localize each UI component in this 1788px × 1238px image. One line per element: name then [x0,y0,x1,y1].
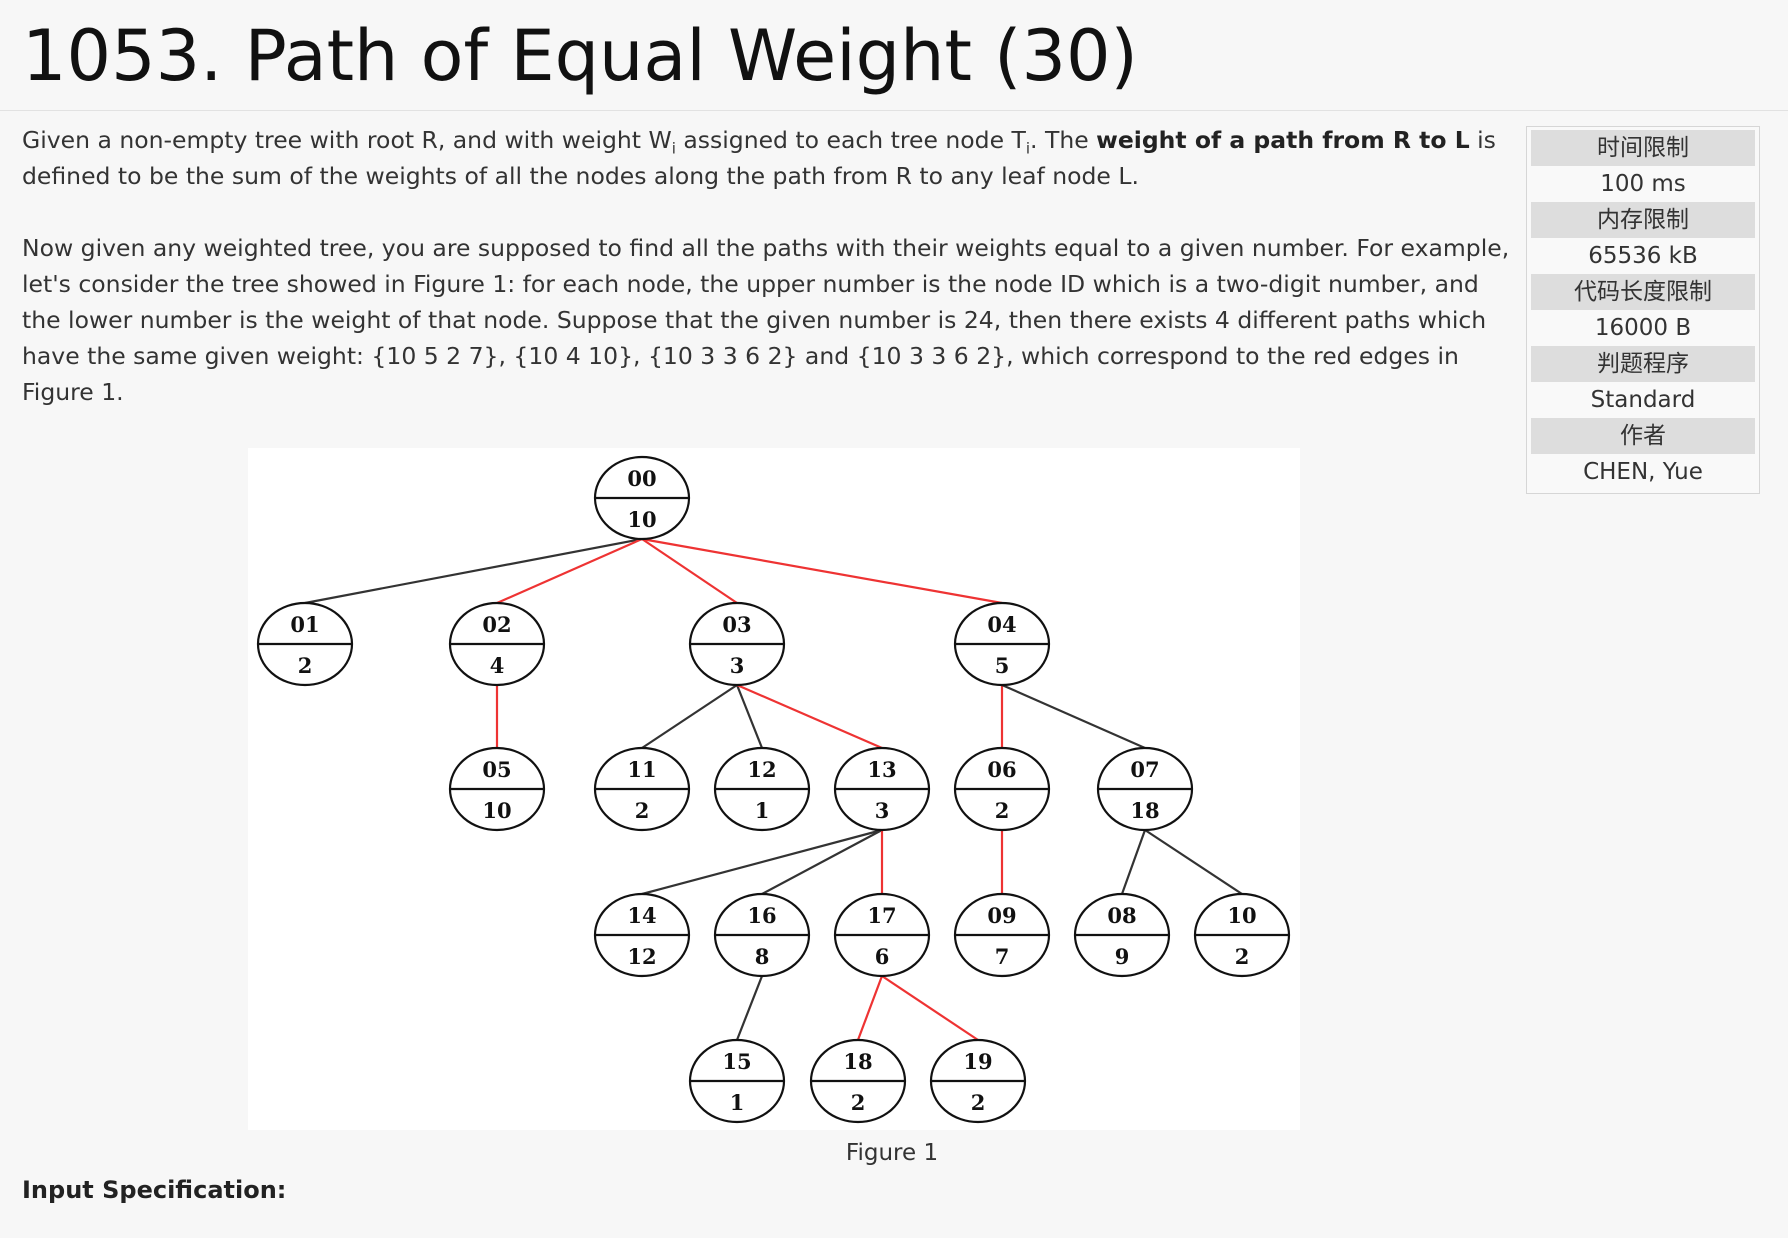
node-weight-label: 2 [971,1090,986,1115]
problem-title: 1053. Path of Equal Weight (30) [22,15,1138,97]
node-id-label: 01 [290,612,319,637]
node-id-label: 00 [627,466,656,491]
tree-node-07: 07 18 [1096,746,1194,832]
node-id-label: 09 [987,903,1016,928]
tree-node-02: 02 4 [448,601,546,687]
node-weight-label: 3 [730,653,745,678]
memory-limit-value: 65536 kB [1588,243,1698,269]
node-weight-label: 18 [1130,798,1159,823]
tree-node-18: 18 2 [809,1038,907,1124]
figure-1: 00 10 01 2 02 4 03 3 04 5 05 10 11 2 12 1 13 3 06 2 07 18 14 12… [248,448,1300,1130]
node-id-label: 11 [627,757,656,782]
edge-13-14 [641,828,883,896]
title-divider [0,110,1788,111]
node-id-label: 19 [963,1049,992,1074]
limits-panel: 时间限制 100 ms 内存限制 65536 kB 代码长度限制 16000 B… [1526,126,1760,494]
node-weight-label: 6 [875,944,890,969]
p1-text-3: . The [1030,126,1097,154]
node-weight-label: 10 [627,507,656,532]
author-label: 作者 [1531,418,1755,454]
edge-17-19 [881,975,979,1041]
node-id-label: 08 [1107,903,1136,928]
edge-17-18 [856,975,884,1041]
node-id-label: 05 [482,757,511,782]
node-id-label: 13 [867,757,896,782]
code-length-label: 代码长度限制 [1531,274,1755,310]
node-id-label: 07 [1130,757,1159,782]
tree-node-12: 12 1 [713,746,811,832]
node-id-label: 10 [1227,903,1256,928]
judge-label: 判题程序 [1531,346,1755,382]
edge-00-02 [496,537,643,605]
tree-node-19: 19 2 [929,1038,1027,1124]
node-id-label: 18 [843,1049,872,1074]
tree-node-00: 00 10 [593,455,691,541]
edge-04-07 [1001,683,1146,750]
node-weight-label: 2 [1235,944,1250,969]
tree-node-15: 15 1 [688,1038,786,1124]
edge-00-03 [641,538,738,604]
node-id-label: 06 [987,757,1016,782]
edge-00-01 [304,537,643,605]
node-weight-label: 1 [730,1090,745,1115]
node-id-label: 16 [747,903,776,928]
tree-node-17: 17 6 [833,892,931,978]
p1-text-1: Given a non-empty tree with root R, and … [22,126,672,154]
node-id-label: 02 [482,612,511,637]
node-id-label: 17 [867,903,896,928]
tree-node-10: 10 2 [1193,892,1291,978]
node-id-label: 12 [747,757,776,782]
problem-description: Given a non-empty tree with root R, and … [22,122,1522,410]
tree-diagram: 0010012024033045051011212113306207181412… [256,455,1291,1124]
description-paragraph-1: Given a non-empty tree with root R, and … [22,122,1522,194]
memory-limit-label: 内存限制 [1531,202,1755,238]
tree-node-14: 14 12 [593,892,691,978]
edge-16-15 [735,975,764,1041]
tree-node-16: 16 8 [713,892,811,978]
tree-node-08: 08 9 [1073,892,1171,978]
node-weight-label: 12 [627,944,656,969]
p1-text-2: assigned to each tree node T [675,126,1026,154]
node-weight-label: 2 [635,798,650,823]
tree-node-03: 03 3 [688,601,786,687]
edge-13-16 [761,829,883,895]
node-weight-label: 2 [851,1090,866,1115]
node-id-label: 15 [722,1049,751,1074]
description-paragraph-2: Now given any weighted tree, you are sup… [22,234,1510,406]
tree-node-13: 13 3 [833,746,931,832]
tree-node-11: 11 2 [593,746,691,832]
edge-07-08 [1120,829,1147,895]
node-weight-label: 1 [755,798,770,823]
node-id-label: 04 [987,612,1016,637]
node-weight-label: 2 [298,653,313,678]
tree-node-09: 09 7 [953,892,1051,978]
tree-node-06: 06 2 [953,746,1051,832]
node-weight-label: 10 [482,798,511,823]
author-value: CHEN, Yue [1583,459,1703,485]
node-id-label: 14 [627,903,656,928]
node-weight-label: 5 [995,653,1010,678]
judge-value: Standard [1590,387,1696,413]
tree-node-05: 05 10 [448,746,546,832]
node-weight-label: 9 [1115,944,1130,969]
tree-node-01: 01 2 [256,601,354,687]
edge-07-10 [1144,829,1243,895]
time-limit-value: 100 ms [1600,171,1686,197]
time-limit-label: 时间限制 [1531,130,1755,166]
p1-bold-term: weight of a path from R to L [1096,126,1470,154]
edge-03-11 [641,684,738,749]
node-weight-label: 3 [875,798,890,823]
node-weight-label: 2 [995,798,1010,823]
code-length-value: 16000 B [1594,315,1692,341]
node-weight-label: 7 [995,944,1010,969]
edge-00-04 [641,537,1003,605]
node-weight-label: 8 [755,944,770,969]
node-weight-label: 4 [490,653,505,678]
figure-caption: Figure 1 [845,1140,939,1166]
input-specification-heading: Input Specification: [22,1176,287,1204]
tree-node-04: 04 5 [953,601,1051,687]
node-id-label: 03 [722,612,751,637]
